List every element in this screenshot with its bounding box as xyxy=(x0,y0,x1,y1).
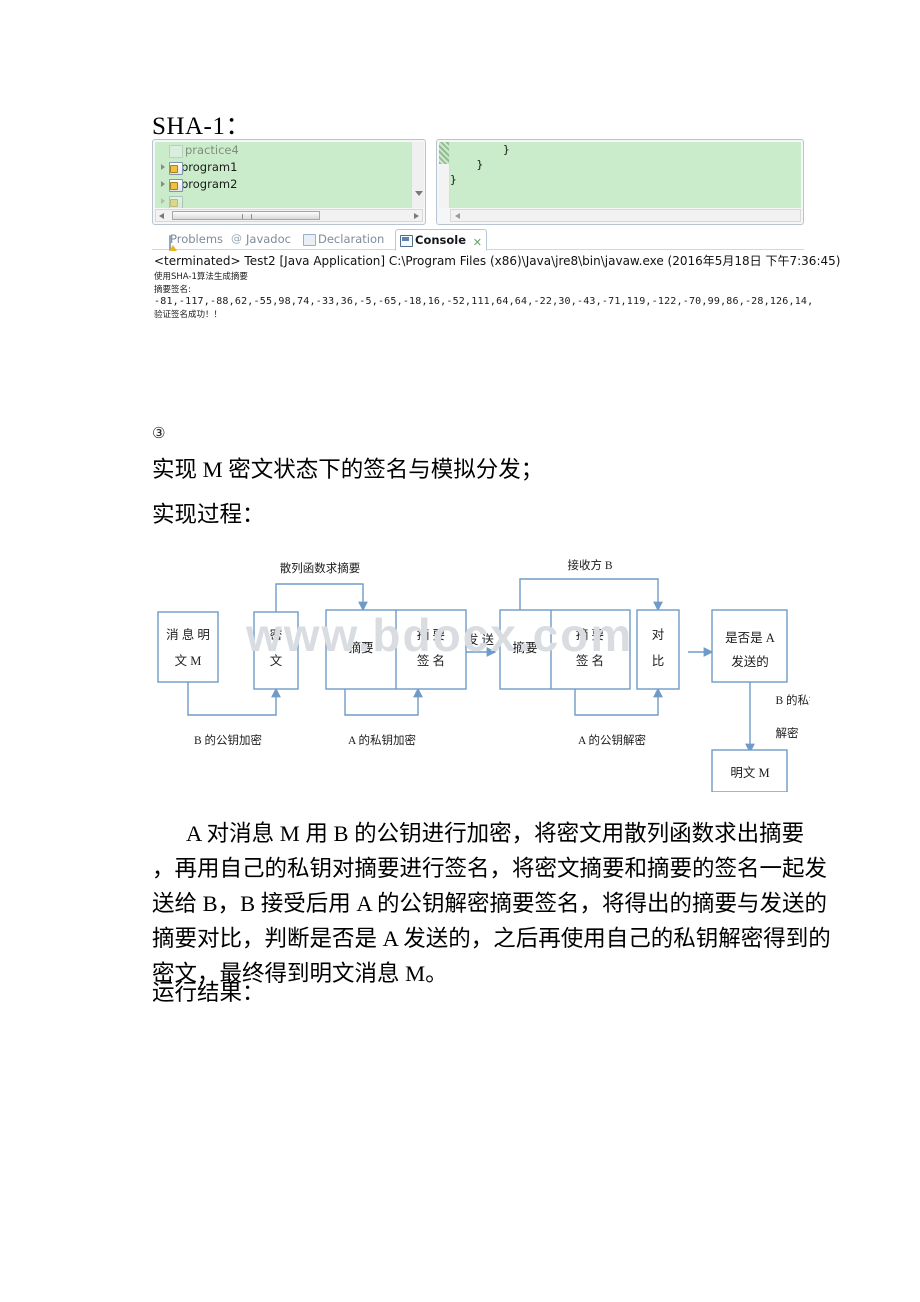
tree-item-label: program2 xyxy=(181,177,238,191)
editor-gutter xyxy=(439,142,450,208)
tree-item-program1[interactable]: program1 xyxy=(155,159,411,176)
box-text: 是否是 A xyxy=(725,631,775,645)
edge-label-a-private: A 的私钥加密 xyxy=(348,733,416,747)
edge-label-hash: 散列函数求摘要 xyxy=(280,561,361,575)
console-line: 验证签名成功！！ xyxy=(154,309,223,320)
scroll-left-icon[interactable] xyxy=(455,213,460,219)
tab-label: Problems xyxy=(170,232,224,246)
explorer-vertical-scrollbar[interactable] xyxy=(411,142,424,208)
paragraph-line: ，再用自己的私钥对摘要进行签名，将密文摘要和摘要的签名一起发 xyxy=(152,856,828,881)
box-text: 文 M xyxy=(175,653,202,668)
scroll-left-icon[interactable] xyxy=(159,213,164,219)
box-text: 密 xyxy=(270,627,283,642)
box-text: 发送的 xyxy=(731,654,769,669)
tab-declaration[interactable]: Declaration xyxy=(302,230,384,248)
paragraph-line: 摘要对比，判断是否是 A 发送的，之后再使用自己的私钥解密得到的 xyxy=(152,926,831,951)
scroll-right-icon[interactable] xyxy=(414,213,419,219)
tree-item-partial[interactable] xyxy=(155,193,411,208)
edge-label-b-public: B 的公钥加密 xyxy=(194,733,262,747)
scroll-down-icon[interactable] xyxy=(415,191,423,196)
scrollbar-thumb[interactable] xyxy=(172,211,320,220)
console-view: Problems ✕ @ Javadoc Declaration Console… xyxy=(152,229,840,324)
explorer-horizontal-scrollbar[interactable] xyxy=(155,209,423,222)
console-line: -81,-117,-88,62,-55,98,74,-33,36,-5,-65,… xyxy=(154,296,814,307)
body-paragraph: A 对消息 M 用 B 的公钥进行加密，将密文用散列函数求出摘要 ，再用自己的私… xyxy=(152,816,831,991)
close-icon[interactable]: ✕ xyxy=(473,233,482,253)
editor-change-marker xyxy=(439,142,449,164)
console-line: 摘要签名: xyxy=(154,284,191,295)
console-output[interactable]: 使用SHA-1算法生成摘要 摘要签名: -81,-117,-88,62,-55,… xyxy=(154,271,814,321)
editor-code-area[interactable]: } } } xyxy=(450,142,801,208)
console-launch-header: <terminated> Test2 [Java Application] C:… xyxy=(154,254,841,268)
tab-javadoc[interactable]: ✕ @ Javadoc xyxy=(230,230,291,248)
box-text: 对 xyxy=(652,628,665,642)
paragraph-line: A 对消息 M 用 B 的公钥进行加密，将密文用散列函数求出摘要 xyxy=(186,821,805,846)
process-title: 实现过程： xyxy=(152,502,265,527)
result-title: 运行结果： xyxy=(152,980,265,1005)
java-project-icon xyxy=(169,196,183,208)
box-text: 明文 M xyxy=(730,765,769,780)
code-line: } xyxy=(450,143,510,156)
box-text: 摘要 xyxy=(512,640,537,655)
edge-label-send: 发 送 xyxy=(466,632,495,647)
code-line: } xyxy=(450,158,484,171)
tree-item-practice4[interactable]: practice4 xyxy=(155,142,411,159)
box-text: 文 xyxy=(270,653,283,668)
chevron-right-icon[interactable] xyxy=(161,164,165,170)
folder-icon xyxy=(169,145,183,158)
tree-item-label: program1 xyxy=(181,160,238,174)
declaration-icon xyxy=(303,234,316,246)
edge-label-receiver: 接收方 B xyxy=(567,558,612,572)
sha1-heading: SHA-1： xyxy=(152,113,251,140)
box-text: 比 xyxy=(652,654,665,668)
document-page: SHA-1： practice4 program1 program2}}}… xyxy=(0,0,920,1302)
java-project-icon xyxy=(169,179,183,192)
tab-label: Console xyxy=(415,233,467,247)
section-title: 实现 M 密文状态下的签名与模拟分发； xyxy=(152,457,544,482)
section-marker: ③ xyxy=(152,424,166,442)
package-explorer-panel: practice4 program1 program2 xyxy=(152,139,426,225)
java-project-icon xyxy=(169,162,183,175)
diagram-svg: 消 息 明 文 M 密 文 摘要 摘 要 签 名 摘要 摘 要 签 名 对 比 … xyxy=(157,558,810,792)
signature-flow-diagram: 消 息 明 文 M 密 文 摘要 摘 要 签 名 摘要 摘 要 签 名 对 比 … xyxy=(150,552,810,792)
tree-item-program2[interactable]: program2 xyxy=(155,176,411,193)
tab-console[interactable]: Console ✕ xyxy=(395,229,488,253)
console-icon xyxy=(400,235,413,247)
eclipse-screenshot: practice4 program1 program2}}} Proble… xyxy=(152,139,840,324)
view-tab-bar: Problems ✕ @ Javadoc Declaration Console… xyxy=(152,229,804,253)
package-explorer-tree[interactable]: practice4 program1 program2 xyxy=(155,142,411,208)
ide-top-panes: practice4 program1 program2}}} xyxy=(152,139,804,225)
tab-label: Declaration xyxy=(318,232,385,246)
edge-label-b-private-2: 解密 xyxy=(776,726,799,740)
editor-horizontal-scrollbar[interactable] xyxy=(450,209,801,222)
box-text: 摘要 xyxy=(348,640,373,655)
edge-label-b-private-1: B 的私钥 xyxy=(775,693,810,707)
box-text: 摘 要 xyxy=(417,627,445,642)
tree-item-label: practice4 xyxy=(185,143,239,157)
edge-label-a-public: A 的公钥解密 xyxy=(578,733,646,747)
tab-problems[interactable]: Problems xyxy=(152,230,224,251)
paragraph-line: 送给 B，B 接受后用 A 的公钥解密摘要签名，将得出的摘要与发送的 xyxy=(152,891,828,916)
box-text: 签 名 xyxy=(417,653,445,668)
chevron-right-icon[interactable] xyxy=(161,198,165,204)
code-line: } xyxy=(450,173,457,186)
box-text: 摘 要 xyxy=(576,627,604,642)
at-symbol-icon: @ xyxy=(231,232,242,245)
box-text: 消 息 明 xyxy=(166,627,210,642)
console-line: 使用SHA-1算法生成摘要 xyxy=(154,272,248,282)
code-editor-panel: } } } xyxy=(436,139,804,225)
chevron-right-icon[interactable] xyxy=(161,181,165,187)
problems-icon xyxy=(169,235,171,251)
tab-label: Javadoc xyxy=(246,232,291,246)
box-text: 签 名 xyxy=(576,653,604,668)
